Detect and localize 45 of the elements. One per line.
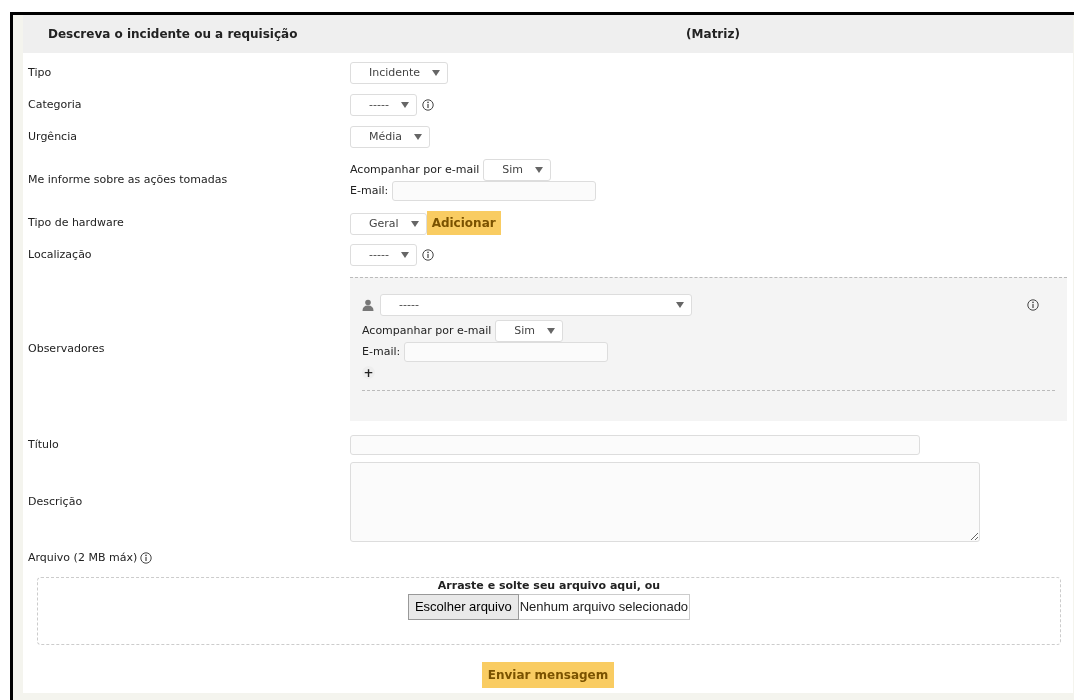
dropdown[interactable]: ----- bbox=[350, 244, 417, 266]
field-label: Categoria bbox=[27, 96, 83, 113]
field-label: Me informe sobre as ações tomadas bbox=[27, 171, 229, 188]
field-label: Observadores bbox=[27, 340, 106, 357]
caret-icon bbox=[410, 221, 419, 228]
caret-icon bbox=[432, 70, 441, 76]
caret-icon bbox=[414, 134, 423, 140]
dropdown[interactable]: ----- bbox=[380, 294, 692, 316]
entity-title: (Matriz) bbox=[685, 26, 741, 43]
field-label: Localização bbox=[27, 246, 93, 263]
attachment-label: Arquivo (2 MB máx) bbox=[28, 550, 138, 566]
dropdown[interactable]: ----- bbox=[350, 94, 417, 116]
info-icon bbox=[1027, 299, 1039, 311]
field-label: Título bbox=[27, 436, 60, 453]
file-status: Nenhum arquivo selecionado bbox=[518, 594, 691, 620]
add-observer-button[interactable]: + bbox=[362, 366, 375, 379]
follow-label: Acompanhar por e-mail bbox=[362, 322, 492, 339]
caret-icon bbox=[547, 328, 556, 334]
dropdown[interactable]: Média bbox=[350, 126, 431, 148]
caret-icon bbox=[400, 102, 409, 108]
info-icon bbox=[140, 552, 153, 565]
caret-icon bbox=[676, 302, 684, 308]
drop-instructions: Arraste e solte seu arquivo aqui, ou bbox=[436, 577, 662, 594]
title-field[interactable] bbox=[350, 435, 920, 455]
caret-icon bbox=[400, 252, 409, 258]
email-label: E-mail: bbox=[350, 182, 389, 199]
dropdown[interactable]: Geral bbox=[350, 213, 427, 236]
send-button[interactable]: Enviar mensagem bbox=[481, 661, 615, 688]
email-field[interactable] bbox=[404, 342, 609, 362]
dropdown[interactable]: Sim bbox=[483, 159, 552, 181]
field-label: Urgência bbox=[27, 128, 78, 145]
field-label: Tipo de hardware bbox=[27, 214, 125, 231]
description-field[interactable] bbox=[350, 462, 980, 542]
dropdown[interactable]: Incidente bbox=[350, 62, 449, 84]
person-icon bbox=[362, 299, 374, 311]
email-label: E-mail: bbox=[362, 343, 401, 360]
field-label: Descrição bbox=[27, 493, 84, 510]
section-title: Descreva o incidente ou a requisição bbox=[47, 26, 299, 43]
choose-file-button[interactable]: Escolher arquivo bbox=[407, 594, 519, 620]
follow-label: Acompanhar por e-mail bbox=[350, 161, 480, 178]
field-label: Tipo bbox=[27, 64, 53, 81]
add-button[interactable]: Adicionar bbox=[426, 210, 501, 235]
caret-icon bbox=[535, 167, 544, 173]
dropdown[interactable]: Sim bbox=[495, 320, 564, 342]
email-field[interactable] bbox=[392, 181, 597, 201]
